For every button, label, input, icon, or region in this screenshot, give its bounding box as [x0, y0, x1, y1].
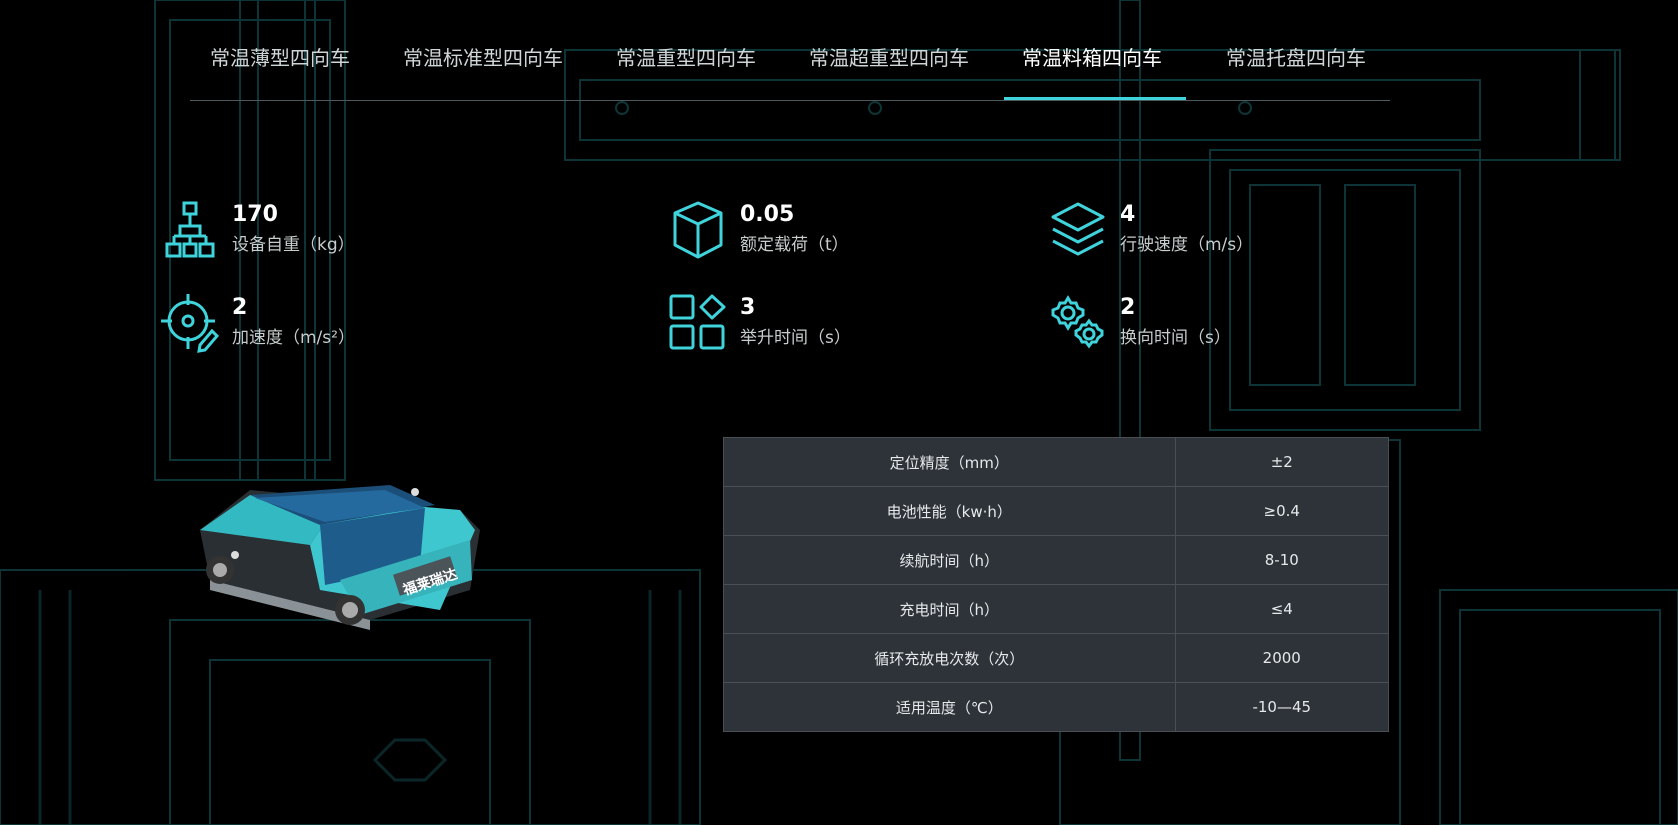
spec-value: 0.05: [740, 202, 795, 227]
tab-thin[interactable]: 常温薄型四向车: [210, 42, 350, 71]
table-cell-value: ±2: [1174, 437, 1390, 487]
tab-standard[interactable]: 常温标准型四向车: [403, 42, 563, 71]
tab-bin[interactable]: 常温料箱四向车: [1022, 42, 1162, 71]
active-tab-indicator: [1004, 97, 1186, 100]
table-row: 循环充放电次数（次） 2000: [723, 633, 1390, 683]
spec-value: 3: [740, 295, 756, 320]
spec-label: 设备自重（kg）: [232, 235, 355, 255]
table-cell-key: 充电时间（h）: [723, 584, 1176, 634]
table-row: 充电时间（h） ≤4: [723, 584, 1390, 634]
table-row: 适用温度（℃） -10—45: [723, 682, 1390, 732]
table-cell-key: 电池性能（kw·h）: [723, 486, 1176, 536]
table-cell-key: 循环充放电次数（次）: [723, 633, 1176, 683]
table-cell-value: ≥0.4: [1174, 486, 1390, 536]
spec-value: 2: [232, 295, 248, 320]
layers-icon: [1048, 200, 1108, 260]
gears-icon: [1048, 293, 1108, 353]
four-way-shuttle-image: 福莱瑞达: [200, 485, 480, 630]
spec-value: 2: [1120, 295, 1136, 320]
table-cell-key: 适用温度（℃）: [723, 682, 1176, 732]
cube-icon: [668, 200, 728, 260]
spec-value: 4: [1120, 202, 1136, 227]
apps-grid-icon: [668, 293, 728, 353]
table-row: 续航时间（h） 8-10: [723, 535, 1390, 585]
table-cell-value: ≤4: [1174, 584, 1390, 634]
table-cell-value: -10—45: [1174, 682, 1390, 732]
spec-label: 额定载荷（t）: [740, 235, 849, 255]
sitemap-icon: [160, 200, 220, 260]
table-row: 电池性能（kw·h） ≥0.4: [723, 486, 1390, 536]
spec-label: 举升时间（s）: [740, 328, 851, 348]
tab-super-heavy[interactable]: 常温超重型四向车: [809, 42, 969, 71]
spec-table: 定位精度（mm） ±2 电池性能（kw·h） ≥0.4 续航时间（h） 8-10…: [723, 437, 1390, 732]
tab-pallet[interactable]: 常温托盘四向车: [1226, 42, 1366, 71]
table-row: 定位精度（mm） ±2: [723, 437, 1390, 487]
table-cell-value: 8-10: [1174, 535, 1390, 585]
spec-label: 行驶速度（m/s）: [1120, 235, 1254, 255]
table-cell-value: 2000: [1174, 633, 1390, 683]
tab-divider: [190, 100, 1390, 101]
spec-label: 换向时间（s）: [1120, 328, 1231, 348]
spec-value: 170: [232, 202, 278, 227]
tab-heavy[interactable]: 常温重型四向车: [616, 42, 756, 71]
table-cell-key: 续航时间（h）: [723, 535, 1176, 585]
crosshair-edit-icon: [160, 293, 220, 353]
table-cell-key: 定位精度（mm）: [723, 437, 1176, 487]
spec-label: 加速度（m/s²）: [232, 328, 355, 348]
